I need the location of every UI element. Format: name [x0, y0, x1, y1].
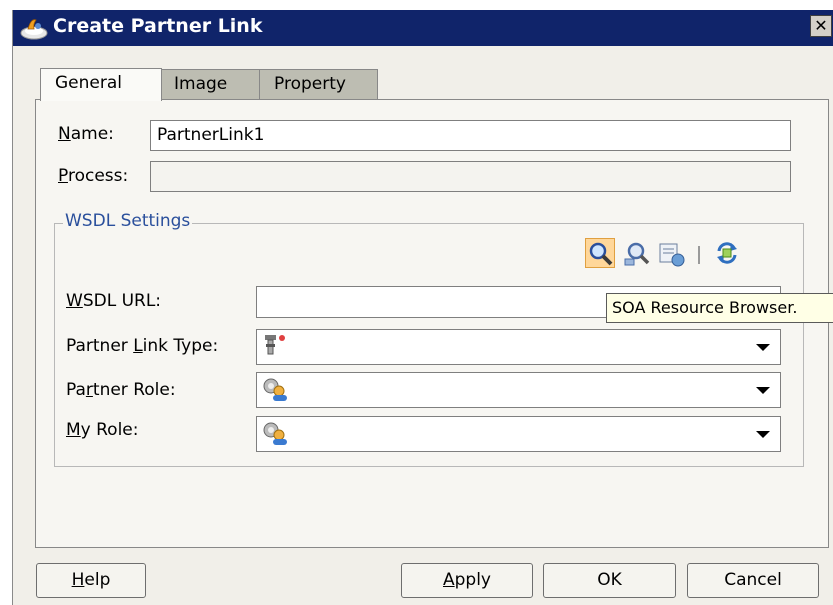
- soa-resource-browser-tooltip: SOA Resource Browser.: [606, 293, 833, 323]
- search-icon[interactable]: [585, 238, 615, 268]
- name-label: Name:: [58, 124, 114, 144]
- partner-link-app-icon: [20, 19, 48, 40]
- close-button[interactable]: ✕: [810, 15, 832, 37]
- partner-link-type-icon: [265, 335, 285, 355]
- dialog-title: Create Partner Link: [53, 15, 263, 37]
- tab-image-label: Image: [174, 74, 228, 94]
- wsdl-settings-title: WSDL Settings: [63, 211, 193, 231]
- ok-button[interactable]: OK: [543, 563, 676, 598]
- help-button[interactable]: Help: [36, 563, 146, 598]
- name-input[interactable]: PartnerLink1: [150, 120, 791, 151]
- my-role-dropdown[interactable]: [256, 416, 781, 452]
- partner-role-label: Partner Role:: [66, 380, 176, 400]
- partner-link-type-dropdown[interactable]: [256, 329, 781, 365]
- role-icon: [263, 422, 287, 445]
- role-icon: [263, 378, 287, 401]
- title-bar[interactable]: Create Partner Link ✕: [13, 10, 833, 46]
- create-partner-link-dialog: Create Partner Link ✕ General Image Prop…: [12, 10, 833, 605]
- resource-chooser-icon[interactable]: [657, 239, 687, 269]
- chevron-down-icon: [756, 344, 770, 351]
- close-icon: ✕: [814, 16, 828, 35]
- partner-role-dropdown[interactable]: [256, 372, 781, 408]
- process-label: Process:: [58, 166, 129, 186]
- chevron-down-icon: [756, 431, 770, 438]
- tab-general-label: General: [55, 73, 122, 93]
- tab-image[interactable]: Image: [159, 69, 260, 99]
- apply-button[interactable]: Apply: [401, 563, 533, 598]
- service-explorer-icon[interactable]: [622, 239, 652, 269]
- tab-property[interactable]: Property: [259, 69, 378, 99]
- wsdl-url-label: WSDL URL:: [66, 291, 162, 311]
- tab-general[interactable]: General: [40, 68, 162, 101]
- cancel-button[interactable]: Cancel: [687, 563, 819, 598]
- toolbar-separator: [698, 246, 700, 264]
- refresh-wsdl-icon[interactable]: [712, 238, 742, 268]
- chevron-down-icon: [756, 387, 770, 394]
- tab-property-label: Property: [274, 74, 346, 94]
- my-role-label: My Role:: [66, 420, 139, 440]
- process-input: [150, 161, 791, 192]
- partner-link-type-label: Partner Link Type:: [66, 336, 219, 356]
